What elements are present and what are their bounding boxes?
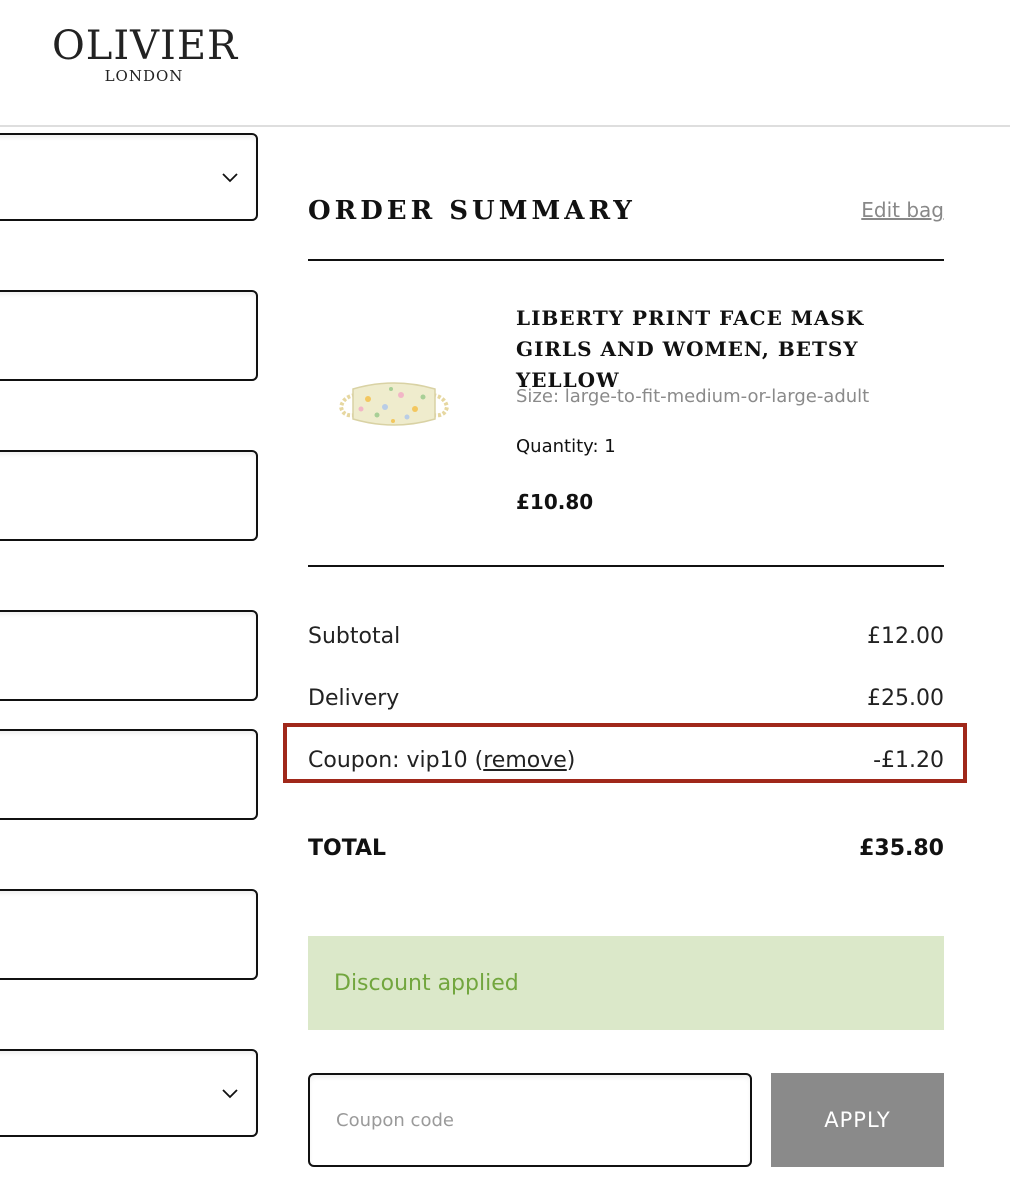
country-select[interactable] <box>0 133 258 221</box>
order-summary-title: ORDER SUMMARY <box>308 196 636 226</box>
brand-sub: LONDON <box>104 67 184 85</box>
last-name-field[interactable] <box>0 450 258 541</box>
summary-divider-top <box>308 259 944 261</box>
total-value: £35.80 <box>859 835 944 861</box>
coupon-prefix: Coupon: vip10 ( <box>308 747 484 773</box>
delivery-label: Delivery <box>308 685 400 711</box>
coupon-row: Coupon: vip10 (remove) -£1.20 <box>308 740 944 780</box>
delivery-row: Delivery £25.00 <box>308 678 944 718</box>
address-line-2-field[interactable] <box>0 729 258 820</box>
brand-name: OLIVIER <box>52 23 239 69</box>
subtotal-label: Subtotal <box>308 623 401 649</box>
apply-coupon-button[interactable]: APPLY <box>771 1073 944 1167</box>
remove-coupon-link[interactable]: remove <box>483 748 567 773</box>
first-name-field[interactable] <box>0 290 258 381</box>
subtotal-row: Subtotal £12.00 <box>308 616 944 656</box>
edit-bag-link[interactable]: Edit bag <box>861 198 944 222</box>
product-quantity: Quantity: 1 <box>516 436 616 457</box>
address-field[interactable] <box>0 610 258 701</box>
city-field[interactable] <box>0 889 258 980</box>
product-name[interactable]: Liberty Print Face Mask Girls and Women,… <box>516 303 916 396</box>
discount-message-text: Discount applied <box>334 970 519 996</box>
coupon-suffix: ) <box>566 747 576 773</box>
delivery-value: £25.00 <box>867 685 944 711</box>
product-size: Size: large-to-fit-medium-or-large-adult <box>516 386 870 407</box>
product-price: £10.80 <box>516 490 594 514</box>
total-row: TOTAL £35.80 <box>308 828 944 868</box>
region-select[interactable] <box>0 1049 258 1137</box>
total-label: TOTAL <box>308 835 387 861</box>
chevron-down-icon <box>222 173 238 183</box>
product-image <box>338 382 450 426</box>
header-divider <box>0 125 1010 127</box>
chevron-down-icon <box>222 1089 238 1099</box>
brand-logo[interactable]: OLIVIER LONDON <box>52 23 239 85</box>
discount-message: Discount applied <box>308 936 944 1030</box>
coupon-code-input[interactable] <box>308 1073 752 1167</box>
subtotal-value: £12.00 <box>867 623 944 649</box>
coupon-label: Coupon: vip10 (remove) <box>308 748 575 773</box>
coupon-value: -£1.20 <box>873 747 944 773</box>
summary-divider-bottom <box>308 565 944 567</box>
